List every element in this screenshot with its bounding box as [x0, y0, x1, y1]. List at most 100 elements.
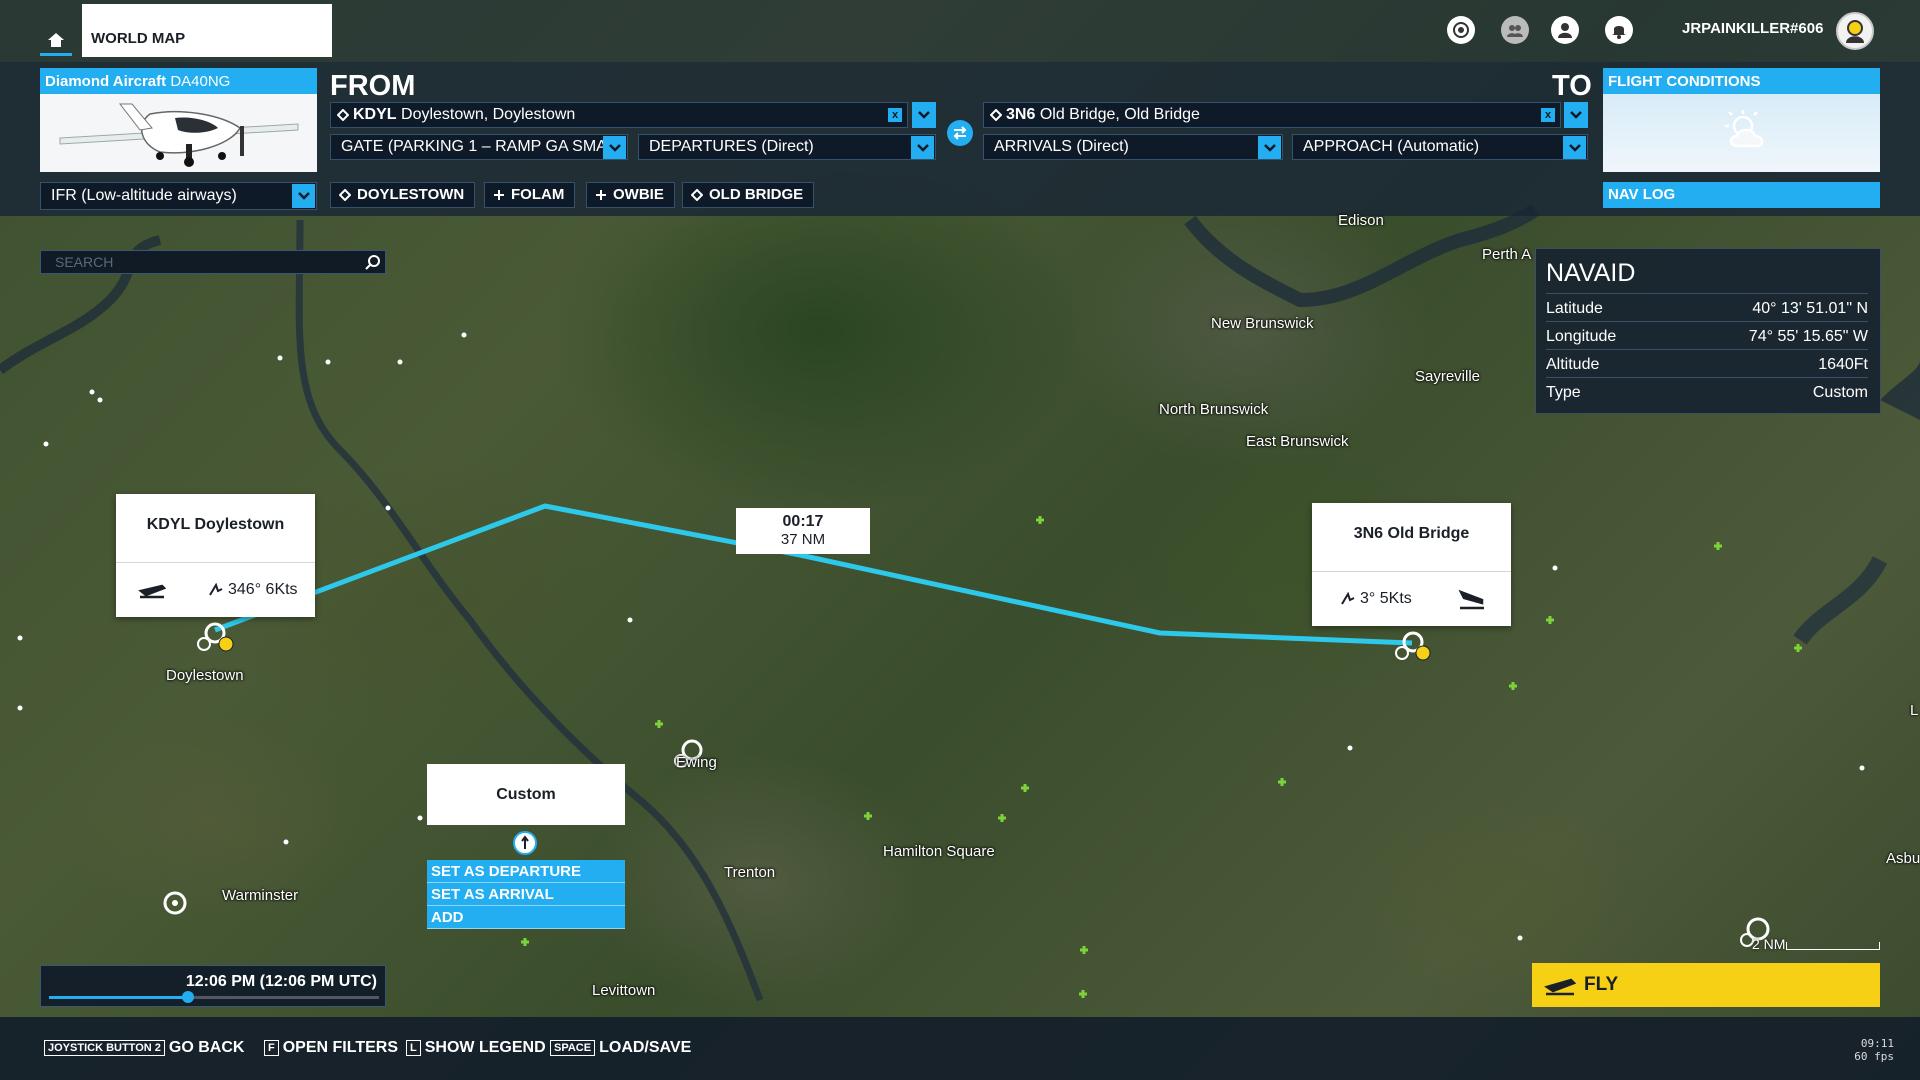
leg-time: 00:17	[782, 513, 824, 530]
open-filters-hint[interactable]: F OPEN FILTERS	[264, 1039, 398, 1057]
departure-dropdown-button[interactable]	[912, 102, 936, 128]
friends-icon[interactable]	[1501, 16, 1529, 44]
departure-name: Doylestown, Doylestown	[401, 106, 576, 123]
clear-arrival-icon[interactable]: x	[1541, 108, 1555, 122]
world-activity-icon[interactable]	[1447, 16, 1475, 44]
intersection-icon	[596, 190, 606, 200]
place-label: North Brunswick	[1159, 401, 1269, 418]
home-button[interactable]	[40, 26, 72, 56]
arrival-airport-card[interactable]: 3N6 Old Bridge 3° 5Kts	[1312, 503, 1511, 626]
place-label: Sayreville	[1415, 368, 1481, 385]
chevron-down-icon	[918, 111, 930, 119]
key-badge: JOYSTICK BUTTON 2	[44, 1040, 165, 1056]
search-icon[interactable]	[365, 254, 381, 270]
place-label: L	[1910, 702, 1919, 719]
flight-plan-panel: Diamond Aircraft DA40NG FROM TO KDYL Doy…	[0, 62, 1920, 216]
aircraft-image	[40, 94, 317, 172]
departure-airport-card[interactable]: KDYL Doylestown 346° 6Kts	[116, 494, 315, 617]
search-input[interactable]: SEARCH	[40, 250, 386, 274]
map-scale-bar	[1786, 942, 1880, 950]
swap-airports-button[interactable]	[947, 120, 973, 146]
arrival-dropdown-button[interactable]	[1564, 102, 1588, 128]
intersection-icon	[494, 190, 504, 200]
takeoff-icon	[138, 584, 166, 599]
place-label: Levittown	[592, 982, 656, 999]
arrival-name: Old Bridge, Old Bridge	[1039, 106, 1200, 123]
go-back-hint[interactable]: JOYSTICK BUTTON 2 GO BACK	[44, 1039, 244, 1057]
flight-conditions-card[interactable]: FLIGHT CONDITIONS	[1603, 68, 1880, 172]
arrival-wind: 3° 5Kts	[1360, 590, 1412, 607]
chevron-down-icon	[1563, 136, 1586, 159]
partly-cloudy-icon	[1725, 110, 1764, 148]
load-save-hint[interactable]: SPACE LOAD/SAVE	[550, 1039, 691, 1057]
fly-button[interactable]: FLY	[1532, 963, 1880, 1007]
show-legend-hint[interactable]: L SHOW LEGEND	[406, 1039, 546, 1057]
waypoint-owbie[interactable]: OWBIE	[586, 182, 675, 208]
username[interactable]: JRPAINKILLER#606	[1682, 20, 1823, 37]
nav-log-button[interactable]: NAV LOG	[1603, 182, 1880, 208]
aircraft-model: DA40NG	[170, 73, 231, 90]
waypoint-old-bridge[interactable]: OLD BRIDGE	[682, 182, 815, 208]
approach-value: APPROACH (Automatic)	[1303, 138, 1480, 155]
waypoint-doylestown[interactable]: DOYLESTOWN	[330, 182, 476, 208]
gate-value: GATE (PARKING 1 – RAMP GA SMAI	[341, 138, 612, 155]
place-label: Edison	[1338, 212, 1384, 229]
arrivals-select[interactable]: ARRIVALS (Direct)	[983, 134, 1283, 160]
clock-readout: 09:11	[1860, 1037, 1894, 1050]
time-slider-handle[interactable]	[181, 991, 194, 1003]
chevron-down-icon	[292, 184, 315, 208]
departures-value: DEPARTURES (Direct)	[649, 138, 814, 155]
key-badge: SPACE	[550, 1040, 596, 1056]
landing-icon	[1458, 589, 1484, 610]
hint-label: GO BACK	[168, 1039, 245, 1056]
avatar-icon	[1846, 20, 1864, 43]
profile-icon[interactable]	[1551, 16, 1579, 44]
custom-point-card: Custom	[427, 764, 625, 825]
approach-select[interactable]: APPROACH (Automatic)	[1292, 134, 1588, 160]
departure-code: KDYL	[353, 106, 397, 123]
place-label: Ewing	[676, 754, 717, 771]
time-slider[interactable]	[49, 991, 379, 1003]
arrival-airport-field[interactable]: 3N6 Old Bridge, Old Bridge x	[983, 102, 1561, 128]
set-as-arrival-button[interactable]: SET AS ARRIVAL	[427, 883, 625, 906]
waypoint-label: DOYLESTOWN	[357, 186, 465, 203]
aircraft-selector[interactable]: Diamond Aircraft DA40NG	[40, 68, 317, 172]
navaid-row-longitude: Longitude 74° 55' 15.65" W	[1546, 321, 1868, 349]
time-of-day-control: 12:06 PM (12:06 PM UTC)	[40, 965, 386, 1007]
navaid-row-type: Type Custom	[1546, 377, 1868, 405]
navaid-row-altitude: Altitude 1640Ft	[1546, 349, 1868, 377]
set-as-departure-button[interactable]: SET AS DEPARTURE	[427, 860, 625, 883]
place-label: East Brunswick	[1246, 433, 1349, 450]
aircraft-title: Diamond Aircraft DA40NG	[40, 68, 317, 94]
departure-airport-field[interactable]: KDYL Doylestown, Doylestown x	[330, 102, 908, 128]
fly-label: FLY	[1584, 974, 1619, 995]
departures-select[interactable]: DEPARTURES (Direct)	[638, 134, 936, 160]
waypoint-label: FOLAM	[511, 186, 565, 203]
avatar[interactable]	[1836, 12, 1874, 50]
place-label: Trenton	[724, 864, 776, 881]
world-map-tab[interactable]: WORLD MAP	[82, 4, 332, 57]
from-label: FROM	[330, 70, 416, 102]
waypoint-folam[interactable]: FOLAM	[484, 182, 576, 208]
add-waypoint-button[interactable]: ADD	[427, 906, 625, 929]
to-label: TO	[1552, 70, 1592, 102]
clear-departure-icon[interactable]: x	[888, 108, 902, 122]
route-type-select[interactable]: IFR (Low-altitude airways)	[40, 182, 317, 210]
place-label: Doylestown	[166, 667, 244, 684]
route-type-value: IFR (Low-altitude airways)	[51, 187, 237, 204]
performance-overlay: 09:11 60 fps	[1854, 1037, 1894, 1063]
map-scale-label: 2 NM	[1752, 936, 1786, 952]
chevron-down-icon	[911, 136, 934, 159]
departure-card-title: KDYL Doylestown	[146, 516, 285, 533]
takeoff-icon	[1544, 978, 1576, 996]
key-badge: F	[264, 1040, 279, 1056]
airport-waypoint-icon	[339, 189, 351, 201]
arrival-card-body: 3° 5Kts	[1312, 571, 1511, 626]
notifications-icon[interactable]	[1605, 16, 1633, 44]
departure-card-body: 346° 6Kts	[116, 562, 315, 617]
wind-icon	[209, 583, 223, 596]
gate-select[interactable]: GATE (PARKING 1 – RAMP GA SMAI	[330, 134, 628, 160]
waypoint-icon	[990, 109, 1002, 121]
waypoint-icon	[337, 109, 349, 121]
place-label: New Brunswick	[1211, 315, 1314, 332]
